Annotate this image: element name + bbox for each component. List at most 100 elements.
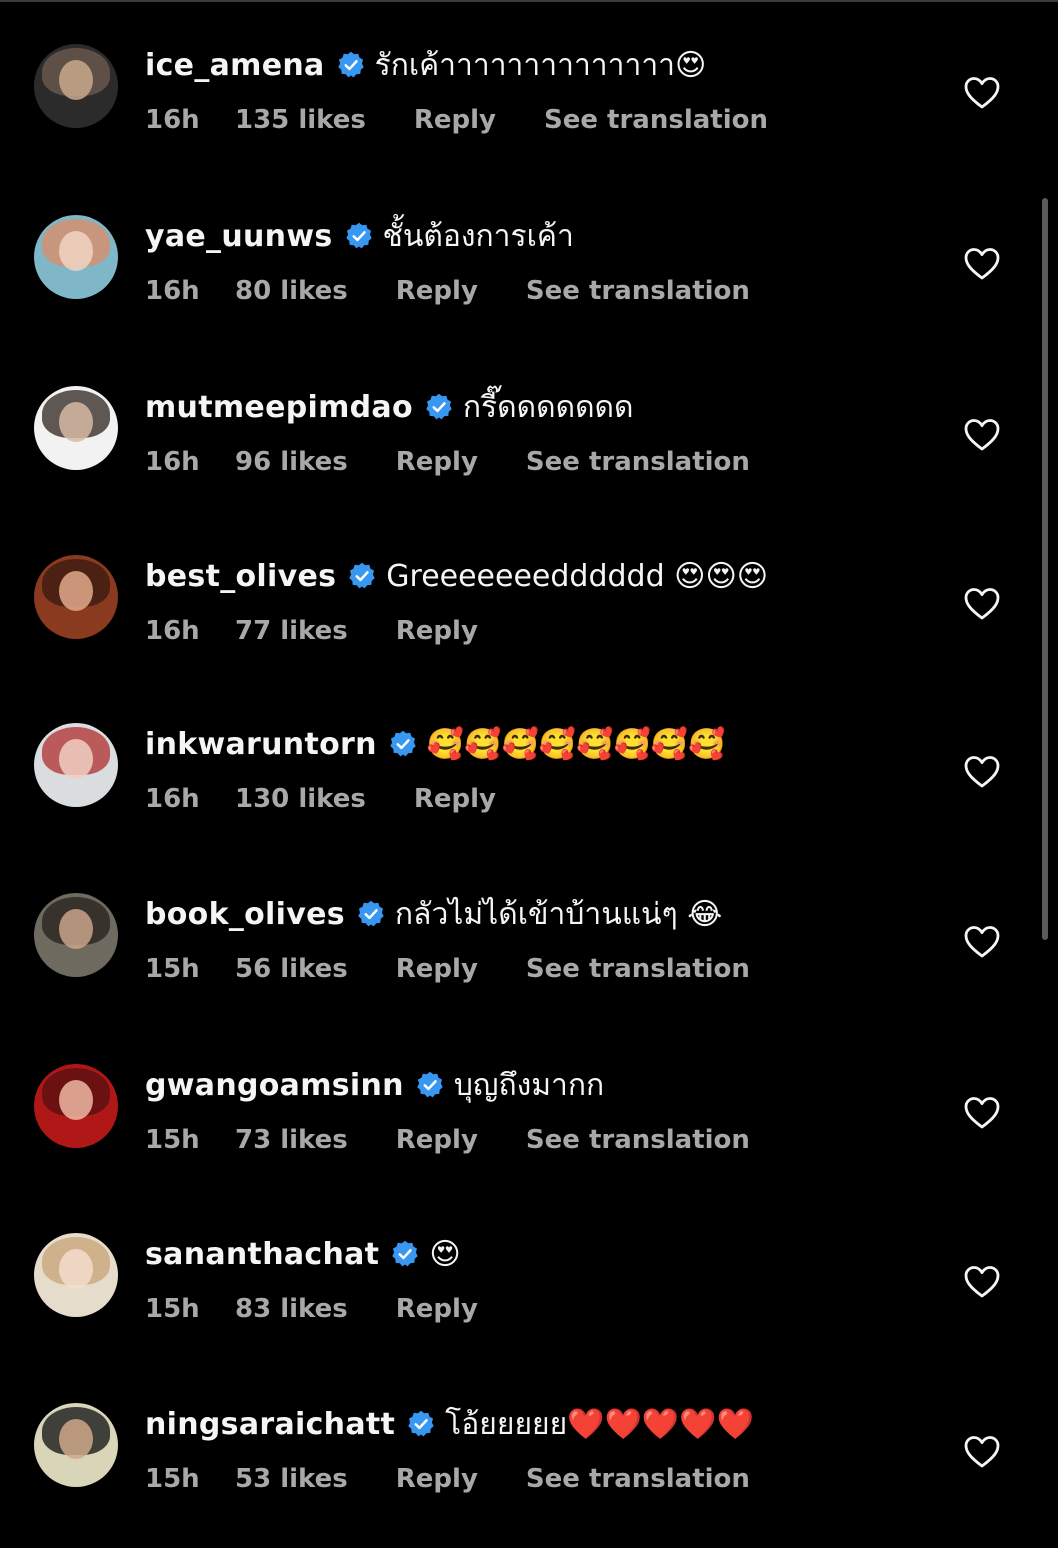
heart-outline-icon[interactable] bbox=[963, 1095, 1001, 1131]
see-translation-button[interactable]: See translation bbox=[526, 1464, 750, 1494]
comment-time: 16h bbox=[145, 276, 200, 306]
reply-button[interactable]: Reply bbox=[396, 616, 478, 646]
likes-count[interactable]: 53 likes bbox=[235, 1464, 348, 1494]
avatar-face bbox=[59, 571, 93, 611]
comment-header: best_olives Greeeeeeedddddd 😍😍😍 bbox=[145, 555, 768, 597]
heart-outline-icon[interactable] bbox=[963, 1264, 1001, 1300]
reply-button[interactable]: Reply bbox=[396, 1125, 478, 1155]
see-translation-button[interactable]: See translation bbox=[526, 447, 750, 477]
see-translation-button[interactable]: See translation bbox=[526, 276, 750, 306]
avatar[interactable] bbox=[34, 215, 118, 299]
likes-count[interactable]: 73 likes bbox=[235, 1125, 348, 1155]
reply-button[interactable]: Reply bbox=[414, 784, 496, 814]
heart-outline-icon[interactable] bbox=[963, 75, 1001, 111]
comment-text: กลัวไม่ได้เข้าบ้านแน่ๆ 😂 bbox=[394, 896, 723, 932]
comment-time: 16h bbox=[145, 616, 200, 646]
avatar[interactable] bbox=[34, 723, 118, 807]
comment-meta: 16h 80 likes Reply See translation bbox=[145, 273, 750, 309]
heart-outline-icon[interactable] bbox=[963, 1434, 1001, 1470]
comment-header: yae_uunws ชั้นต้องการเค้า bbox=[145, 215, 574, 257]
comment-time: 15h bbox=[145, 954, 200, 984]
likes-count[interactable]: 83 likes bbox=[235, 1294, 348, 1324]
username-link[interactable]: yae_uunws bbox=[145, 219, 333, 254]
heart-outline-icon[interactable] bbox=[963, 586, 1001, 622]
see-translation-button[interactable]: See translation bbox=[526, 1125, 750, 1155]
reply-button[interactable]: Reply bbox=[396, 447, 478, 477]
likes-count[interactable]: 77 likes bbox=[235, 616, 348, 646]
comment-header: inkwaruntorn 🥰🥰🥰🥰🥰🥰🥰🥰 bbox=[145, 723, 726, 765]
verified-badge-icon bbox=[337, 51, 365, 79]
verified-badge-icon bbox=[357, 900, 385, 928]
reply-button[interactable]: Reply bbox=[396, 1294, 478, 1324]
see-translation-button[interactable]: See translation bbox=[526, 954, 750, 984]
avatar[interactable] bbox=[34, 1233, 118, 1317]
reply-button[interactable]: Reply bbox=[396, 1464, 478, 1494]
avatar-face bbox=[59, 60, 93, 100]
comment-text: รักเค้าาาาาาาาาาาาาา😍 bbox=[374, 47, 707, 83]
avatar[interactable] bbox=[34, 386, 118, 470]
comment-header: gwangoamsinn บุญถึงมากก bbox=[145, 1064, 604, 1106]
username-link[interactable]: ice_amena bbox=[145, 48, 325, 83]
comment-meta: 15h 83 likes Reply bbox=[145, 1291, 526, 1327]
verified-badge-icon bbox=[391, 1240, 419, 1268]
comment-time: 16h bbox=[145, 105, 200, 135]
heart-outline-icon[interactable] bbox=[963, 924, 1001, 960]
likes-count[interactable]: 130 likes bbox=[235, 784, 366, 814]
verified-badge-icon bbox=[425, 393, 453, 421]
heart-outline-icon[interactable] bbox=[963, 754, 1001, 790]
comment-time: 16h bbox=[145, 447, 200, 477]
comment-text: 😍 bbox=[429, 1236, 461, 1272]
reply-button[interactable]: Reply bbox=[396, 276, 478, 306]
comment-text: กรี๊ดดดดดดด bbox=[462, 389, 634, 425]
comment-header: ice_amena รักเค้าาาาาาาาาาาาาา😍 bbox=[145, 44, 706, 86]
comment-header: sananthachat 😍 bbox=[145, 1233, 461, 1275]
verified-badge-icon bbox=[345, 222, 373, 250]
verified-badge-icon bbox=[348, 562, 376, 590]
comment-meta: 15h 56 likes Reply See translation bbox=[145, 951, 750, 987]
verified-badge-icon bbox=[416, 1071, 444, 1099]
comment-header: mutmeepimdao กรี๊ดดดดดดด bbox=[145, 386, 634, 428]
comment-meta: 16h 130 likes Reply bbox=[145, 781, 544, 817]
comment-row: gwangoamsinn บุญถึงมากก 15h 73 likes Reply Se… bbox=[0, 1020, 1058, 1191]
username-link[interactable]: sananthachat bbox=[145, 1237, 379, 1272]
likes-count[interactable]: 80 likes bbox=[235, 276, 348, 306]
username-link[interactable]: mutmeepimdao bbox=[145, 390, 413, 425]
username-link[interactable]: best_olives bbox=[145, 559, 336, 594]
comment-row: sananthachat 😍 15h 83 likes Reply bbox=[0, 1189, 1058, 1360]
reply-button[interactable]: Reply bbox=[396, 954, 478, 984]
avatar[interactable] bbox=[34, 893, 118, 977]
username-link[interactable]: gwangoamsinn bbox=[145, 1068, 404, 1103]
heart-outline-icon[interactable] bbox=[963, 417, 1001, 453]
likes-count[interactable]: 96 likes bbox=[235, 447, 348, 477]
avatar[interactable] bbox=[34, 555, 118, 639]
comment-row: best_olives Greeeeeeedddddd 😍😍😍 16h 77 like… bbox=[0, 511, 1058, 682]
comment-header: ningsaraichatt โอ้ยยยยย❤️❤️❤️❤️❤️ bbox=[145, 1403, 754, 1445]
comment-meta: 16h 135 likes Reply See translation bbox=[145, 102, 768, 138]
username-link[interactable]: inkwaruntorn bbox=[145, 727, 377, 762]
comment-header: book_olives กลัวไม่ได้เข้าบ้านแน่ๆ 😂 bbox=[145, 893, 722, 935]
likes-count[interactable]: 56 likes bbox=[235, 954, 348, 984]
avatar[interactable] bbox=[34, 1403, 118, 1487]
comment-text: บุญถึงมากก bbox=[453, 1067, 605, 1103]
scrollbar[interactable] bbox=[1042, 198, 1048, 940]
comment-row: yae_uunws ชั้นต้องการเค้า 16h 80 likes Reply… bbox=[0, 171, 1058, 342]
avatar-face bbox=[59, 909, 93, 949]
see-translation-button[interactable]: See translation bbox=[544, 105, 768, 135]
likes-count[interactable]: 135 likes bbox=[235, 105, 366, 135]
username-link[interactable]: book_olives bbox=[145, 897, 345, 932]
heart-outline-icon[interactable] bbox=[963, 246, 1001, 282]
comment-row: mutmeepimdao กรี๊ดดดดดดด 16h 96 likes Reply S… bbox=[0, 342, 1058, 513]
comment-text: โอ้ยยยยย❤️❤️❤️❤️❤️ bbox=[445, 1406, 754, 1442]
comment-text: ชั้นต้องการเค้า bbox=[382, 218, 574, 254]
reply-button[interactable]: Reply bbox=[414, 105, 496, 135]
comment-text: Greeeeeeedddddd 😍😍😍 bbox=[386, 558, 769, 594]
avatar-face bbox=[59, 1249, 93, 1289]
verified-badge-icon bbox=[407, 1410, 435, 1438]
avatar[interactable] bbox=[34, 1064, 118, 1148]
avatar-face bbox=[59, 1419, 93, 1459]
username-link[interactable]: ningsaraichatt bbox=[145, 1407, 395, 1442]
verified-badge-icon bbox=[389, 730, 417, 758]
avatar[interactable] bbox=[34, 44, 118, 128]
avatar-face bbox=[59, 402, 93, 442]
comment-time: 15h bbox=[145, 1125, 200, 1155]
